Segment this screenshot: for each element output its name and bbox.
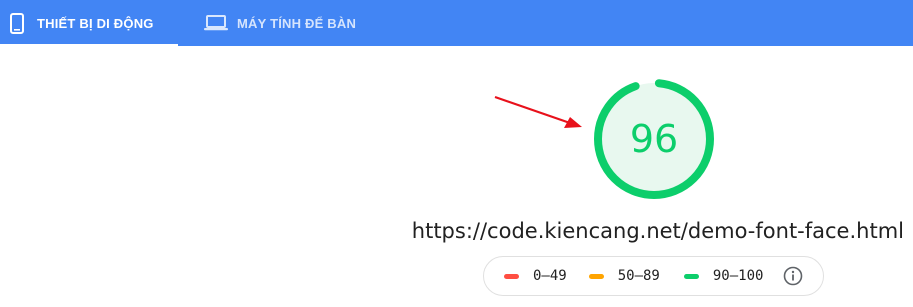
score-legend: 0–49 50–89 90–100 (483, 256, 824, 296)
tab-mobile[interactable]: THIẾT BỊ DI ĐỘNG (0, 0, 178, 46)
tab-desktop[interactable]: MÁY TÍNH ĐỂ BÀN (178, 0, 378, 46)
tab-mobile-label: THIẾT BỊ DI ĐỘNG (37, 15, 154, 31)
legend-label-average: 50–89 (617, 268, 660, 284)
legend-label-fail: 0–49 (533, 268, 567, 284)
legend-swatch-average (588, 273, 604, 279)
legend-swatch-pass (683, 273, 699, 279)
legend-item-average: 50–89 (588, 268, 660, 284)
info-icon[interactable] (783, 266, 803, 286)
laptop-icon (203, 15, 229, 31)
tested-url: https://code.kiencang.net/demo-font-face… (411, 219, 904, 243)
smartphone-icon (8, 12, 26, 34)
legend-item-pass: 90–100 (683, 268, 764, 284)
annotation-arrow (494, 95, 582, 128)
legend-swatch-fail (504, 273, 519, 279)
tab-desktop-label: MÁY TÍNH ĐỂ BÀN (237, 15, 357, 31)
legend-label-pass: 90–100 (712, 268, 764, 284)
device-tab-bar: THIẾT BỊ DI ĐỘNG MÁY TÍNH ĐỂ BÀN (0, 0, 913, 47)
legend-item-fail: 0–49 (504, 268, 567, 284)
active-tab-indicator (0, 44, 178, 47)
performance-score: 96 (629, 117, 679, 161)
